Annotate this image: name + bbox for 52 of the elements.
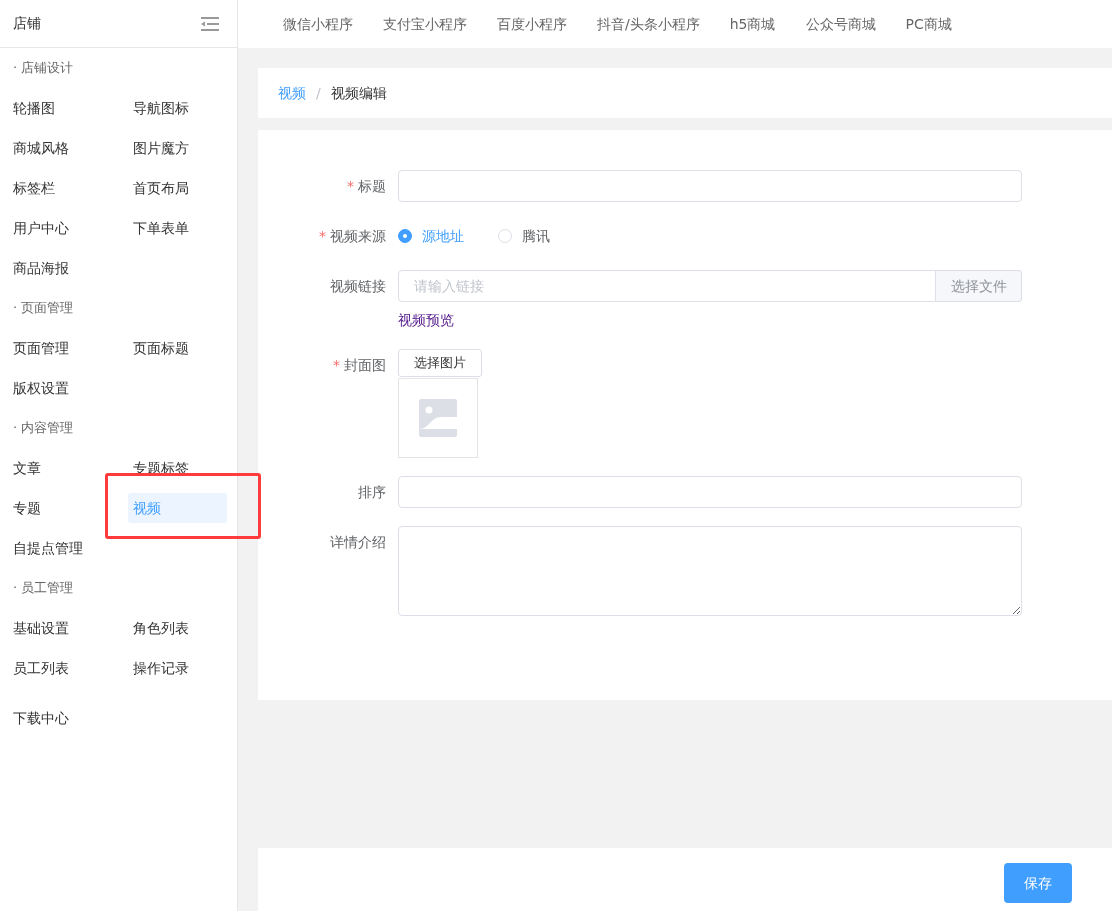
textarea-field[interactable]: [398, 526, 1022, 616]
sidebar-item[interactable]: 版权设置: [8, 373, 107, 403]
sidebar-item[interactable]: 下载中心: [8, 703, 107, 733]
breadcrumb-separator: /: [316, 83, 321, 103]
sidebar-item[interactable]: 轮播图: [8, 93, 107, 123]
image-icon: [419, 399, 457, 437]
top-nav-link[interactable]: 微信小程序: [283, 13, 353, 35]
sidebar-item[interactable]: 图片魔方: [128, 133, 227, 163]
field-label: 排序: [358, 484, 386, 500]
sidebar-group-heading: · 店铺设计: [12, 59, 75, 78]
top-nav-link[interactable]: 支付宝小程序: [383, 13, 467, 35]
sidebar-item[interactable]: 页面管理: [8, 333, 107, 363]
top-nav-link[interactable]: 抖音/头条小程序: [597, 13, 700, 35]
top-nav-link[interactable]: PC商城: [905, 13, 952, 35]
sidebar-item[interactable]: 用户中心: [8, 213, 107, 243]
text-input-field[interactable]: [398, 476, 1022, 508]
required-mark: *: [333, 357, 340, 373]
sidebar-item[interactable]: 专题: [8, 493, 107, 523]
required-mark: *: [319, 228, 326, 244]
sidebar-group-heading: · 内容管理: [12, 419, 75, 438]
sidebar-item[interactable]: 导航图标: [128, 93, 227, 123]
field-label: 封面图: [344, 357, 386, 373]
sidebar-group-heading: · 页面管理: [12, 299, 75, 318]
sidebar-item[interactable]: 基础设置: [8, 613, 107, 643]
field-label: 标题: [358, 178, 386, 194]
text-input-field[interactable]: [398, 170, 1022, 202]
sidebar-item[interactable]: 商品海报: [8, 253, 107, 283]
sidebar-item[interactable]: 页面标题: [128, 333, 227, 363]
breadcrumb-current: 视频编辑: [330, 83, 387, 103]
sidebar-group-heading: · 员工管理: [12, 579, 75, 598]
radio-option[interactable]: 腾讯: [498, 225, 550, 247]
field-label: 视频来源: [330, 228, 386, 244]
sidebar-item[interactable]: 自提点管理: [8, 533, 107, 563]
sidebar-item[interactable]: 操作记录: [128, 653, 227, 683]
sidebar-item[interactable]: 商城风格: [8, 133, 107, 163]
sidebar-item[interactable]: 文章: [8, 453, 107, 483]
sidebar-item[interactable]: 角色列表: [128, 613, 227, 643]
required-mark: *: [347, 178, 354, 194]
field-label: 详情介绍: [330, 534, 386, 550]
top-nav-link[interactable]: 百度小程序: [497, 13, 567, 35]
sidebar-item[interactable]: 首页布局: [128, 173, 227, 203]
sidebar-item[interactable]: 下单表单: [128, 213, 227, 243]
field-label: 视频链接: [330, 278, 386, 294]
sidebar-title: 店铺: [13, 14, 41, 33]
link-input-field[interactable]: 请输入链接: [398, 270, 936, 302]
collapse-menu-icon[interactable]: [201, 16, 219, 31]
top-nav-link[interactable]: h5商城: [729, 13, 776, 35]
choose-image-button[interactable]: 选择图片: [398, 349, 482, 377]
top-nav-link[interactable]: 公众号商城: [805, 13, 876, 35]
sidebar-item[interactable]: 标签栏: [8, 173, 107, 203]
sidebar-item[interactable]: 员工列表: [8, 653, 107, 683]
video-preview-link[interactable]: 视频预览: [398, 310, 454, 331]
